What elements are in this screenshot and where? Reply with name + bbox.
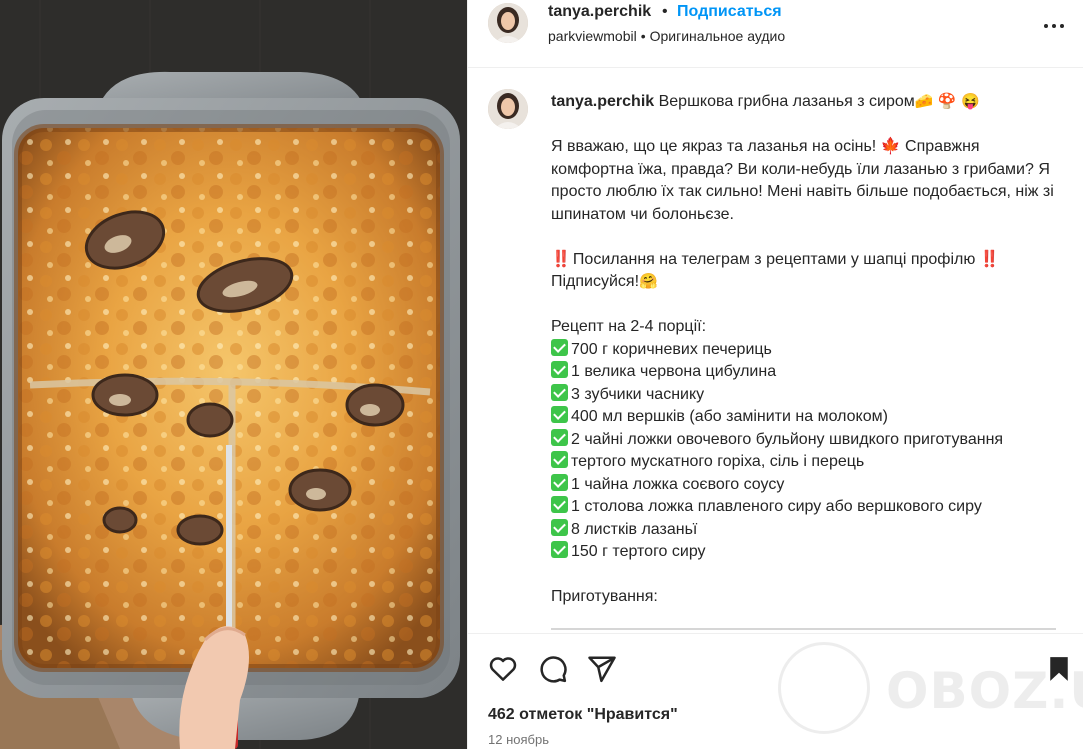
check-icon (551, 361, 568, 378)
audio-separator: • (640, 28, 646, 44)
ingredient-text: 700 г коричневих печериць (571, 340, 772, 358)
caption-link-note: ‼️ Посилання на телеграм з рецептами у ша… (551, 249, 1056, 272)
recipe-title: Рецепт на 2-4 порції: (551, 318, 707, 335)
check-icon (551, 338, 568, 356)
bookmark-icon[interactable] (1044, 654, 1074, 684)
ingredient-text: тертого мускатного горіха, сіль і перець (571, 453, 865, 470)
author-username[interactable]: tanya.perchik (548, 3, 651, 21)
check-icon (551, 451, 568, 468)
tongue-emoji-icon: 😝 (961, 93, 980, 110)
post-media[interactable] (0, 0, 467, 749)
double-exclamation-icon: ‼️ (979, 250, 1000, 268)
check-icon (551, 541, 568, 558)
scroll-cutoff (551, 625, 1056, 633)
audio-info: parkviewmobil • Оригинальное аудио (548, 28, 785, 44)
caption-area: tanya.perchik Вершкова грибна лазанья з … (468, 69, 1083, 633)
follow-button[interactable]: Подписаться (677, 3, 782, 21)
avatar[interactable] (488, 89, 528, 129)
check-icon (551, 406, 568, 423)
check-icon (551, 383, 568, 401)
list-item: 3 зубчики часнику (551, 383, 1056, 407)
audio-artist[interactable]: parkviewmobil (548, 28, 637, 44)
ingredient-text: 400 мл вершків (або замінити на молоком) (571, 408, 888, 425)
post-header: tanya.perchik • Подписаться parkviewmobi… (468, 0, 1083, 68)
hug-emoji-icon: 🤗 (639, 273, 658, 290)
post-date[interactable]: 12 ноябрь (488, 732, 549, 747)
list-item: 2 чайні ложки овочевого бульйону швидког… (551, 428, 1056, 452)
list-item: 150 г тертого сиру (551, 541, 1056, 564)
ingredient-text: 1 велика червона цибулина (571, 363, 777, 380)
heart-icon[interactable] (488, 654, 518, 684)
ingredient-list: 700 г коричневих печериць 1 велика черво… (551, 338, 1056, 564)
list-item: 1 велика червона цибулина (551, 361, 1056, 384)
action-bar: 462 отметок "Нравится" 12 ноябрь (468, 633, 1083, 749)
subscribe-text: Підписуйся! (551, 273, 640, 290)
ingredient-text: 1 чайна ложка соєвого соусу (571, 475, 785, 493)
cheese-emoji-icon: 🧀 (914, 93, 934, 110)
separator-dot: • (662, 3, 668, 20)
caption-title: Вершкова грибна лазанья з сиром (658, 93, 915, 110)
mushroom-emoji-icon: 🍄 (937, 93, 957, 110)
list-item: 1 чайна ложка соєвого соусу (551, 473, 1056, 497)
ingredient-text: 150 г тертого сиру (571, 543, 706, 560)
double-exclamation-icon: ‼️ (551, 250, 571, 268)
check-icon (551, 496, 568, 513)
ingredient-text: 3 зубчики часнику (571, 385, 705, 403)
ingredient-text: 1 столова ложка плавленого сиру або верш… (571, 498, 982, 515)
list-item: 400 мл вершків (або замінити на молоком) (551, 406, 1056, 429)
ingredient-text: 8 листків лазаньї (571, 520, 698, 538)
link-note-text: Посилання на телеграм з рецептами у шапц… (572, 250, 976, 268)
lasagna-photo (0, 0, 467, 749)
share-icon[interactable] (587, 654, 617, 684)
list-item: 8 листків лазаньї (551, 518, 1056, 542)
check-icon (551, 518, 568, 536)
comment-icon[interactable] (538, 654, 568, 684)
list-item: 700 г коричневих печериць (551, 338, 1056, 362)
post-panel: tanya.perchik • Подписаться parkviewmobi… (467, 0, 1083, 749)
caption-title-line: tanya.perchik Вершкова грибна лазанья з … (551, 91, 1056, 114)
caption-username[interactable]: tanya.perchik (551, 93, 654, 110)
avatar[interactable] (488, 3, 528, 43)
caption-intro: Я вважаю, що це якраз та лазанья на осін… (551, 138, 1054, 223)
list-item: 1 столова ложка плавленого сиру або верш… (551, 496, 1056, 519)
likes-count[interactable]: 462 отметок "Нравится" (488, 706, 678, 724)
more-options-icon[interactable] (1042, 16, 1066, 40)
caption-text: tanya.perchik Вершкова грибна лазанья з … (551, 91, 1056, 609)
check-icon (551, 428, 568, 446)
caption-subscribe: Підписуйся!🤗 (551, 271, 1056, 294)
check-icon (551, 473, 568, 491)
ingredient-text: 2 чайні ложки овочевого бульйону швидког… (571, 430, 1004, 448)
audio-label[interactable]: Оригинальное аудио (650, 28, 786, 44)
list-item: тертого мускатного горіха, сіль і перець (551, 451, 1056, 474)
prep-title: Приготування: (551, 588, 658, 605)
